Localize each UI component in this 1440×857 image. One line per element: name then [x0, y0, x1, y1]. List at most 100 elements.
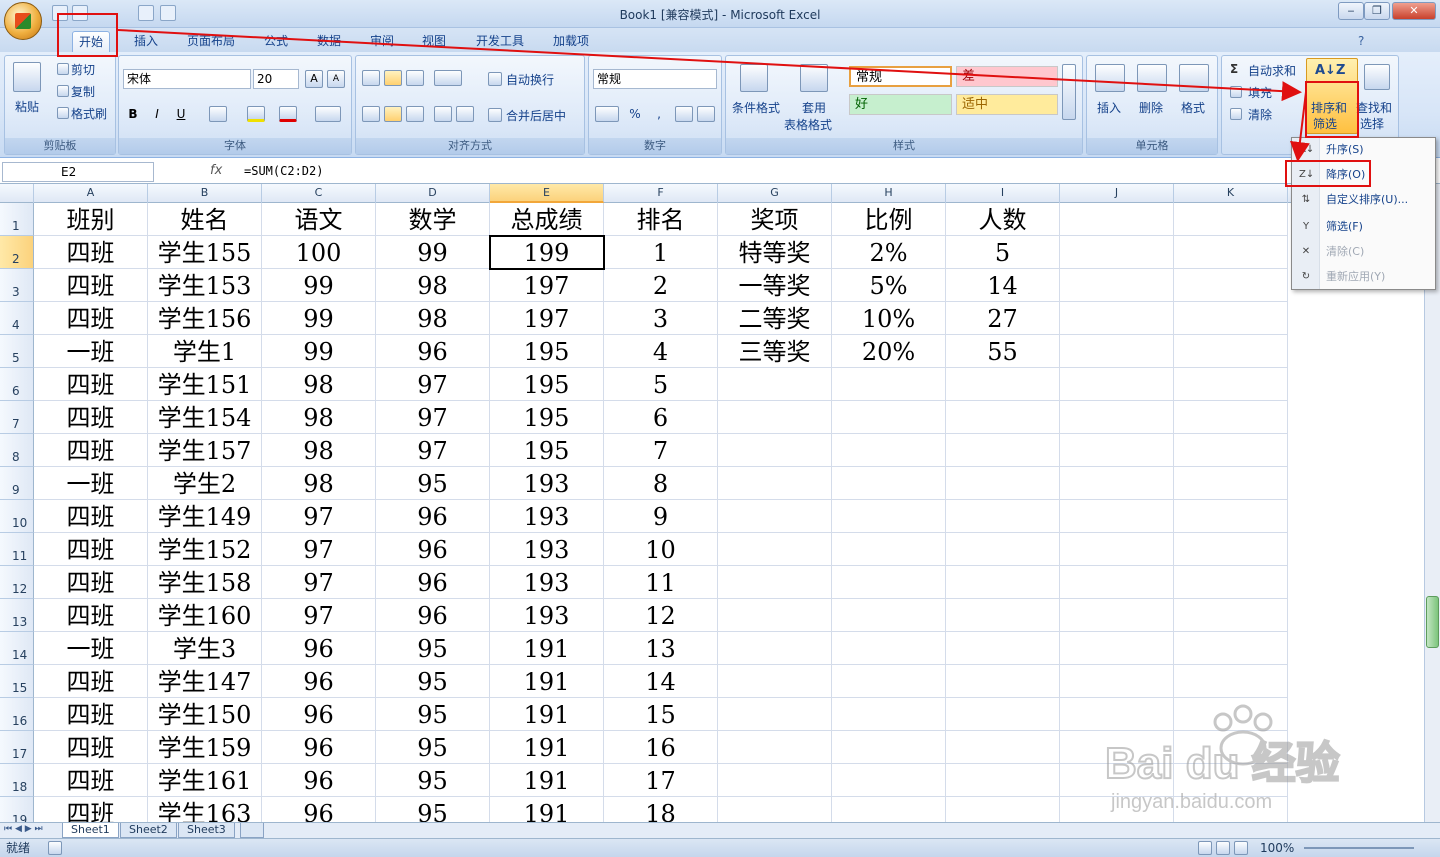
data-cell[interactable]: [946, 566, 1060, 599]
data-cell[interactable]: 17: [604, 764, 718, 797]
data-cell[interactable]: [1174, 467, 1288, 500]
data-cell[interactable]: 学生156: [148, 302, 262, 335]
sheet-tab-3[interactable]: Sheet3: [178, 823, 235, 838]
column-header[interactable]: H: [832, 184, 946, 203]
data-cell[interactable]: 10%: [832, 302, 946, 335]
normal-view-icon[interactable]: [1198, 841, 1212, 855]
sort-filter-button[interactable]: A↓Z 排序和 筛选: [1306, 58, 1358, 134]
column-header[interactable]: J: [1060, 184, 1174, 203]
data-cell[interactable]: [1174, 764, 1288, 797]
data-cell[interactable]: [1174, 533, 1288, 566]
data-cell[interactable]: 96: [262, 731, 376, 764]
data-cell[interactable]: 5: [946, 236, 1060, 269]
row-header[interactable]: 17: [0, 731, 34, 764]
styles-scroll-icon[interactable]: [1062, 64, 1076, 120]
data-cell[interactable]: [1060, 599, 1174, 632]
data-cell[interactable]: 学生2: [148, 467, 262, 500]
currency-icon[interactable]: [595, 106, 619, 122]
header-cell[interactable]: [1174, 203, 1288, 236]
data-cell[interactable]: 98: [262, 434, 376, 467]
data-cell[interactable]: 98: [376, 302, 490, 335]
tab-home[interactable]: 开始: [72, 31, 111, 52]
data-cell[interactable]: 四班: [34, 797, 148, 822]
help-icon[interactable]: ?: [1352, 31, 1370, 52]
data-cell[interactable]: [718, 797, 832, 822]
data-cell[interactable]: [1174, 731, 1288, 764]
row-header[interactable]: 11: [0, 533, 34, 566]
row-header[interactable]: 15: [0, 665, 34, 698]
data-cell[interactable]: 193: [490, 467, 604, 500]
minimize-button[interactable]: ‒: [1338, 2, 1364, 20]
page-layout-view-icon[interactable]: [1216, 841, 1230, 855]
data-cell[interactable]: 1: [604, 236, 718, 269]
data-cell[interactable]: 27: [946, 302, 1060, 335]
data-cell[interactable]: 97: [376, 368, 490, 401]
align-bottom-icon[interactable]: [406, 70, 424, 86]
row-header[interactable]: 2: [0, 236, 34, 269]
data-cell[interactable]: 学生149: [148, 500, 262, 533]
data-cell[interactable]: [1060, 269, 1174, 302]
data-cell[interactable]: 195: [490, 434, 604, 467]
data-cell[interactable]: 191: [490, 764, 604, 797]
header-cell[interactable]: 奖项: [718, 203, 832, 236]
data-cell[interactable]: [1060, 632, 1174, 665]
data-cell[interactable]: [832, 401, 946, 434]
menu-item-sort-ascending[interactable]: A↓ 升序(S): [1292, 138, 1435, 162]
data-cell[interactable]: [1060, 500, 1174, 533]
data-cell[interactable]: 195: [490, 401, 604, 434]
fill-button[interactable]: 填充: [1248, 84, 1272, 101]
data-cell[interactable]: 5%: [832, 269, 946, 302]
find-select-line1[interactable]: 查找和: [1356, 99, 1392, 116]
align-left-icon[interactable]: [362, 106, 380, 122]
data-cell[interactable]: 96: [262, 698, 376, 731]
tab-developer[interactable]: 开发工具: [470, 31, 530, 52]
merge-center-button[interactable]: 合并后居中: [506, 107, 566, 124]
data-cell[interactable]: 2: [604, 269, 718, 302]
data-cell[interactable]: [832, 566, 946, 599]
column-header[interactable]: F: [604, 184, 718, 203]
data-cell[interactable]: 97: [262, 500, 376, 533]
data-cell[interactable]: [1060, 434, 1174, 467]
row-header[interactable]: 10: [0, 500, 34, 533]
data-cell[interactable]: 95: [376, 698, 490, 731]
data-cell[interactable]: 96: [376, 599, 490, 632]
data-cell[interactable]: [946, 401, 1060, 434]
data-cell[interactable]: 193: [490, 566, 604, 599]
data-cell[interactable]: 191: [490, 665, 604, 698]
data-cell[interactable]: 191: [490, 797, 604, 822]
row-header[interactable]: 3: [0, 269, 34, 302]
data-cell[interactable]: [1174, 434, 1288, 467]
row-header[interactable]: 4: [0, 302, 34, 335]
data-cell[interactable]: [718, 500, 832, 533]
data-cell[interactable]: [718, 434, 832, 467]
data-cell[interactable]: [718, 599, 832, 632]
data-cell[interactable]: 95: [376, 731, 490, 764]
data-cell[interactable]: [946, 599, 1060, 632]
data-cell[interactable]: [1174, 698, 1288, 731]
paste-icon[interactable]: [13, 62, 41, 92]
data-cell[interactable]: 4: [604, 335, 718, 368]
data-cell[interactable]: [832, 731, 946, 764]
data-cell[interactable]: 7: [604, 434, 718, 467]
data-cell[interactable]: 学生1: [148, 335, 262, 368]
data-cell[interactable]: 四班: [34, 698, 148, 731]
data-cell[interactable]: 191: [490, 698, 604, 731]
row-header[interactable]: 19: [0, 797, 34, 822]
font-name-select[interactable]: 宋体: [123, 69, 251, 89]
data-cell[interactable]: 学生155: [148, 236, 262, 269]
data-cell[interactable]: 四班: [34, 302, 148, 335]
align-right-icon[interactable]: [406, 106, 424, 122]
page-break-view-icon[interactable]: [1234, 841, 1248, 855]
paste-button[interactable]: 粘贴: [15, 98, 39, 115]
fill-color-icon[interactable]: [247, 106, 265, 122]
data-cell[interactable]: [718, 665, 832, 698]
data-cell[interactable]: 95: [376, 797, 490, 822]
data-cell[interactable]: [718, 632, 832, 665]
data-cell[interactable]: [1174, 665, 1288, 698]
close-button[interactable]: ✕: [1392, 2, 1436, 20]
data-cell[interactable]: [718, 698, 832, 731]
data-cell[interactable]: 四班: [34, 764, 148, 797]
data-cell[interactable]: 96: [376, 533, 490, 566]
data-cell[interactable]: [946, 731, 1060, 764]
autosum-button[interactable]: 自动求和: [1248, 62, 1296, 79]
